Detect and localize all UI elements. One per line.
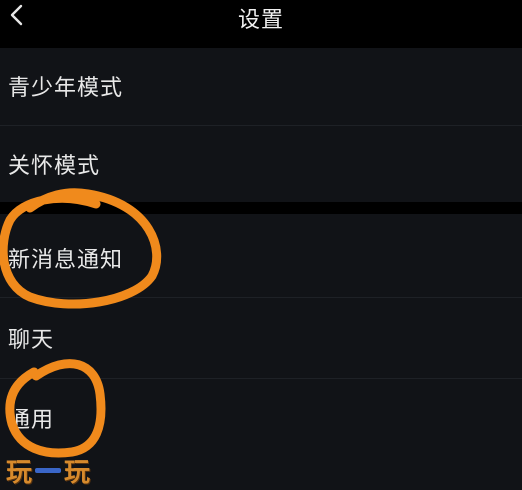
settings-item-general[interactable]: 通用: [0, 380, 522, 456]
settings-item-label: 新消息通知: [8, 248, 124, 273]
watermark-dash: [35, 467, 62, 473]
settings-item-label: 关怀模式: [8, 154, 101, 179]
header-bar: 设置: [0, 0, 522, 44]
settings-item-notifications[interactable]: 新消息通知: [0, 220, 522, 296]
settings-item-label: 通用: [8, 408, 55, 433]
divider: [0, 378, 522, 379]
settings-item-teen-mode[interactable]: 青少年模式: [0, 48, 522, 124]
page-title: 设置: [237, 8, 284, 33]
settings-item-chat[interactable]: 聊天: [0, 300, 522, 376]
watermark-text-right: 玩: [64, 458, 91, 488]
divider: [0, 297, 522, 298]
settings-item-label: 聊天: [8, 328, 55, 353]
watermark-text-left: 玩: [6, 458, 33, 488]
settings-group-general: 新消息通知 聊天 通用: [0, 214, 522, 490]
watermark-logo: 玩玩: [6, 452, 90, 488]
settings-item-care-mode[interactable]: 关怀模式: [0, 126, 522, 202]
settings-group-mode: 青少年模式 关怀模式: [0, 48, 522, 202]
settings-item-label: 青少年模式: [8, 76, 124, 101]
